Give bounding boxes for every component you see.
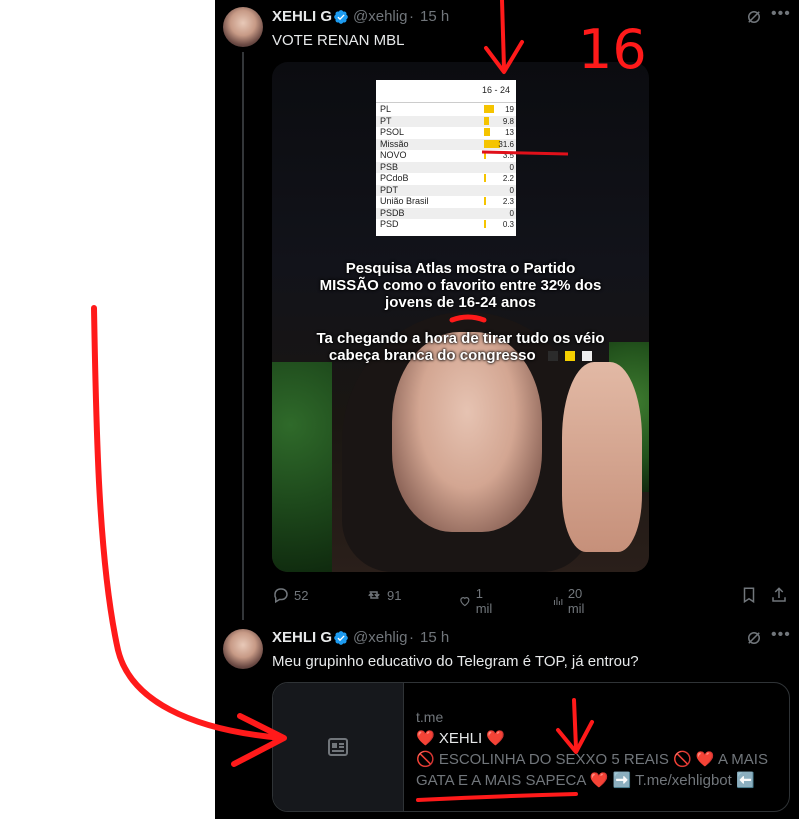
poll-row-label: União Brasil — [380, 196, 429, 206]
poll-row-label: PDT — [380, 184, 398, 195]
poll-row: PCdoB 2.2 — [376, 173, 516, 184]
avatar[interactable] — [223, 629, 263, 669]
like-count: 1 mil — [475, 586, 493, 616]
poll-row-value: 9.8 — [502, 116, 514, 126]
poll-row-value: 19 — [505, 105, 514, 114]
article-icon — [328, 738, 348, 756]
author-handle[interactable]: @xehlig — [353, 629, 407, 646]
caption-1-line-2: MISSÃO como o favorito entre 32% dos — [319, 277, 602, 294]
poll-row-label: PSB — [380, 161, 399, 172]
poll-row-bar — [484, 220, 486, 228]
tweet-1[interactable]: XEHLI G @xehlig · 15 h ••• VOTE RENAN MB… — [215, 0, 799, 620]
poll-row: PSDB 0 — [376, 207, 516, 219]
author-name[interactable]: XEHLI G — [272, 629, 332, 646]
author-name[interactable]: XEHLI G — [272, 8, 332, 25]
bookmark-icon[interactable] — [740, 586, 758, 604]
reply-icon — [274, 588, 288, 604]
tweet-media-video[interactable]: 16 - 24 PL 19 PT 9.8 PSOL 13 Missão 31.6 NOVO 3.5… — [272, 62, 649, 572]
caption-1-line-1: Pesquisa Atlas mostra o Partido — [345, 260, 576, 277]
poll-row-label: PSDB — [380, 207, 405, 218]
grok-icon[interactable] — [745, 629, 763, 647]
author-handle[interactable]: @xehlig — [353, 8, 407, 25]
card-body[interactable]: t.me ❤️ XEHLI ❤️ 🚫 ESCOLINHA DO SEXXO 5 … — [416, 707, 776, 791]
poll-row-value: 0.3 — [502, 220, 514, 229]
repost-button[interactable]: 91 — [365, 586, 401, 604]
poll-row-bar — [484, 174, 486, 182]
poll-header: 16 - 24 — [481, 85, 511, 95]
poll-row: PSD 0.3 — [376, 219, 516, 230]
poll-row: PT 9.8 — [376, 115, 516, 127]
poll-row: PSOL 13 — [376, 127, 516, 138]
card-description: 🚫 ESCOLINHA DO SEXXO 5 REAIS 🚫 ❤️ A MAIS… — [416, 751, 768, 789]
timeline-panel: XEHLI G @xehlig · 15 h ••• VOTE RENAN MB… — [215, 0, 799, 819]
caption-1-line-3: jovens de 16-24 anos — [385, 294, 536, 311]
poll-row-value: 31.6 — [498, 139, 514, 149]
hand — [562, 362, 642, 552]
like-icon — [460, 597, 470, 607]
poll-row: Missão 31.6 — [376, 138, 516, 150]
poll-row-value: 2.3 — [502, 197, 514, 206]
grok-icon[interactable] — [745, 8, 763, 26]
like-button[interactable]: 1 mil — [458, 586, 497, 616]
repost-icon — [368, 591, 380, 599]
poll-row: PDT 0 — [376, 184, 516, 196]
verified-badge-icon — [334, 631, 348, 645]
card-domain: t.me — [416, 709, 444, 725]
caption-2-line-2-text: cabeça branca do congresso — [328, 347, 536, 364]
link-preview-card[interactable]: t.me ❤️ XEHLI ❤️ 🚫 ESCOLINHA DO SEXXO 5 … — [272, 682, 790, 812]
separator: · — [409, 8, 414, 25]
more-icon[interactable]: ••• — [771, 5, 791, 23]
poll-row-value: 0 — [509, 162, 514, 172]
views-icon — [553, 597, 563, 605]
caption-2-line-1: Ta chegando a hora de tirar tudo os véio — [316, 330, 605, 347]
repost-count: 91 — [387, 587, 402, 603]
flag-square-white — [582, 351, 593, 362]
more-icon[interactable]: ••• — [771, 626, 791, 644]
views-button[interactable]: 20 mil — [552, 586, 591, 616]
poll-results-table: 16 - 24 PL 19 PT 9.8 PSOL 13 Missão 31.6 NOVO 3.5… — [376, 80, 516, 236]
plant-left — [272, 362, 332, 572]
share-icon[interactable] — [770, 586, 788, 604]
views-count: 20 mil — [567, 586, 585, 616]
reply-count: 52 — [294, 587, 309, 603]
poll-row-bar — [484, 116, 489, 125]
verified-badge-icon — [334, 10, 348, 24]
poll-row-value: 13 — [505, 128, 514, 137]
flag-square-yellow — [564, 351, 575, 362]
poll-row: NOVO 3.5 — [376, 150, 516, 161]
poll-row-label: PSD — [380, 219, 399, 229]
poll-row-label: PL — [380, 104, 392, 114]
poll-row: PSB 0 — [376, 161, 516, 173]
separator: · — [409, 629, 414, 646]
timestamp[interactable]: 15 h — [420, 629, 449, 646]
timestamp[interactable]: 15 h — [420, 8, 449, 25]
poll-row: União Brasil 2.3 — [376, 196, 516, 207]
thread-connector — [242, 52, 244, 620]
poll-row-label: PT — [380, 115, 392, 126]
poll-row-value: 2.2 — [502, 174, 514, 183]
poll-row-value: 0 — [509, 185, 514, 195]
card-thumbnail — [273, 683, 404, 811]
tweet-text: VOTE RENAN MBL — [272, 32, 405, 49]
poll-row-label: Missão — [380, 138, 409, 149]
flag-square-dark — [547, 351, 558, 362]
reply-button[interactable]: 52 — [272, 586, 308, 604]
poll-row-label: NOVO — [380, 150, 407, 160]
poll-row-label: PSOL — [380, 127, 405, 137]
card-title: ❤️ XEHLI ❤️ — [416, 730, 506, 747]
poll-row-bar — [484, 128, 491, 136]
poll-row-label: PCdoB — [380, 173, 409, 183]
tweet-text: Meu grupinho educativo do Telegram é TOP… — [272, 653, 639, 670]
poll-divider — [376, 102, 516, 103]
poll-row: PL 19 — [376, 104, 516, 115]
poll-row-bar — [484, 151, 486, 159]
poll-row-bar — [484, 197, 486, 205]
caption-2-line-2: cabeça branca do congresso — [272, 347, 649, 364]
poll-row-value: 0 — [509, 208, 514, 218]
poll-row-bar — [484, 105, 494, 113]
poll-row-value: 3.5 — [502, 151, 514, 160]
avatar[interactable] — [223, 7, 263, 47]
